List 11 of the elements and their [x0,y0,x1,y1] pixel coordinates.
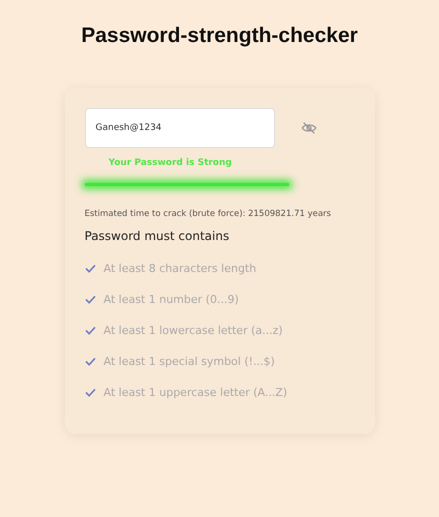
requirement-text: At least 1 number (0...9) [104,292,239,306]
requirement-text: At least 8 characters length [104,262,256,275]
strength-message: Your Password is Strong [108,158,233,168]
requirement-text: At least 1 lowercase letter (a...z) [104,324,283,337]
requirement-text: At least 1 uppercase letter (A...Z) [104,386,288,399]
requirements-heading: Password must contains [84,228,230,243]
password-field[interactable]: Ganesh@1234 [84,108,274,148]
eye-slash-icon[interactable] [300,120,316,136]
page-title: Password-strength-checker [81,24,358,48]
crack-time-text: Estimated time to crack (brute force): 21509821.71 years [84,208,332,221]
requirement-text: At least 1 special symbol (!...$) [104,354,275,368]
